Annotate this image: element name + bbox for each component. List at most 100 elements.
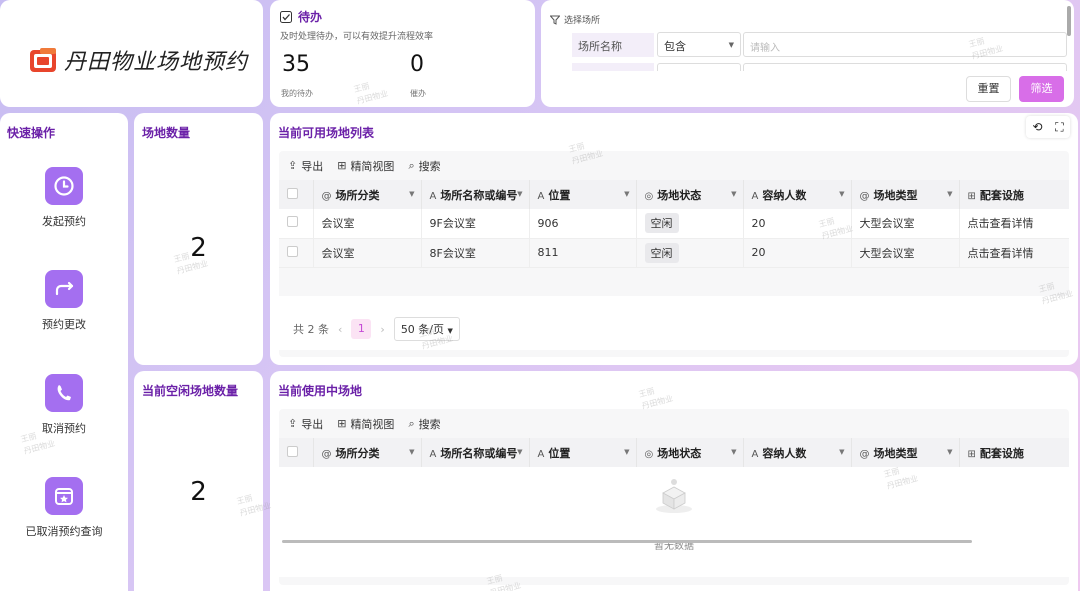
quick-op-new-booking[interactable]: 发起预约 [0,167,128,229]
filter-scrollbar[interactable] [1067,6,1071,36]
checkbox-checked-icon [280,10,292,23]
table-header-row: @ 场所分类 ▼ A 场所名称或编号 ▼ A 位置 ▼ ◎ 场地状态 ▼ A 容纳人数 ▼ @ 场地类… [279,438,1069,467]
compact-view-button[interactable]: ⊞ 精简视图 [337,158,394,174]
select-all-checkbox[interactable] [279,438,314,467]
total-count: 共 2 条 [293,323,329,336]
filter-operator-select[interactable]: 包含 ▼ [657,32,741,57]
column-header[interactable]: @ 场所分类 ▼ [313,438,422,467]
prev-page-icon[interactable]: ‹ [338,323,342,336]
logo-mark-icon [30,48,56,72]
column-header[interactable]: A 容纳人数 ▼ [743,180,852,209]
cell-type: 大型会议室 [851,238,960,268]
logo-card: 丹田物业场地预约 [0,0,263,107]
text-field-icon: A [429,448,437,460]
reset-button[interactable]: 重置 [966,76,1011,102]
column-header[interactable]: A 容纳人数 ▼ [743,438,852,467]
column-header[interactable]: ◎ 场地状态 ▼ [636,438,744,467]
column-header[interactable]: @ 场地类型 ▼ [851,438,960,467]
filter-text-input-2[interactable] [743,63,1067,71]
horizontal-scrollbar[interactable] [282,540,972,543]
inuse-venues-card: 当前使用中场地 ⇪ 导出 ⊞ 精简视图 ⌕ 搜索 @ 场所分类 ▼ A 场所名称或编号 ▼ A… [270,371,1078,591]
export-button[interactable]: ⇪ 导出 [288,158,323,174]
column-header[interactable]: ⊞ 配套设施 [959,438,1069,467]
row-checkbox[interactable] [279,209,314,239]
grid-icon: ⊞ [337,417,347,430]
urge-label: 催办 [410,89,426,98]
next-page-icon[interactable]: › [380,323,384,336]
todo-card: 待办 及时处理待办，可以有效提升流程效率 35 我的待办 0 催办 [270,0,535,107]
inuse-venues-table: @ 场所分类 ▼ A 场所名称或编号 ▼ A 位置 ▼ ◎ 场地状态 ▼ A 容纳人数 ▼ @ 场地类… [279,438,1069,467]
text-field-icon: A [751,190,759,202]
filter-field-label: 场所名称 [572,33,654,57]
at-icon: @ [859,448,870,460]
cell-name: 9F会议室 [421,209,530,239]
row-checkbox[interactable] [279,238,314,268]
column-header[interactable]: A 位置 ▼ [529,438,637,467]
status-badge: 空闲 [644,213,679,234]
chevron-down-icon: ▼ [447,327,453,335]
table-row[interactable]: 会议室 8F会议室 811 空闲 20 大型会议室 点击查看详情 [279,238,1069,268]
text-field-icon: A [751,448,759,460]
cell-capacity: 20 [743,238,852,268]
app-logo: 丹田物业场地预约 [28,44,248,76]
compact-view-button[interactable]: ⊞ 精简视图 [337,416,394,432]
phone-icon [45,374,83,412]
pagination: 共 2 条 ‹ 1 › 50 条/页 ▼ [293,317,460,341]
grid-icon: ⊞ [967,448,976,460]
fullscreen-icon[interactable]: ⛶ [1055,120,1063,135]
my-todo-count[interactable]: 35 [282,52,310,77]
empty-box-icon [656,479,692,513]
urge-count[interactable]: 0 [410,52,424,77]
facility-detail-link[interactable]: 点击查看详情 [959,209,1069,239]
quick-ops-card: 快速操作 发起预约 预约更改 取消预约 已取消预约查询 [0,113,128,591]
facility-detail-link[interactable]: 点击查看详情 [959,238,1069,268]
app-title: 丹田物业场地预约 [64,50,249,75]
swap-arrow-icon [45,270,83,308]
quick-ops-title: 快速操作 [7,126,56,140]
column-header[interactable]: @ 场地类型 ▼ [851,180,960,209]
filter-button[interactable]: 筛选 [1019,76,1064,102]
search-button[interactable]: ⌕ 搜索 [408,416,440,432]
quick-op-cancelled-query[interactable]: 已取消预约查询 [0,477,128,539]
cell-status: 空闲 [636,238,744,268]
refresh-icon[interactable]: ⟲ [1032,120,1042,134]
search-icon: ⌕ [408,158,415,172]
quick-op-label: 预约更改 [42,318,86,331]
export-button[interactable]: ⇪ 导出 [288,416,323,432]
quick-op-label: 取消预约 [42,422,86,435]
select-all-checkbox[interactable] [279,180,314,209]
todo-header: 待办 [280,8,322,25]
quick-op-label: 已取消预约查询 [25,525,103,538]
radio-icon: ◎ [644,448,654,460]
quick-op-cancel-booking[interactable]: 取消预约 [0,374,128,436]
venue-count-card: 场地数量 2 [134,113,263,365]
inuse-table-panel: ⇪ 导出 ⊞ 精简视图 ⌕ 搜索 @ 场所分类 ▼ A 场所名称或编号 ▼ A 位置 ▼ ◎ 场地状… [279,409,1069,585]
free-count-value: 2 [190,477,207,507]
free-count-card: 当前空闲场地数量 2 [134,371,263,591]
calendar-star-icon [45,477,83,515]
page-size-select[interactable]: 50 条/页 ▼ [393,317,460,341]
column-header[interactable]: A 场所名称或编号 ▼ [421,438,530,467]
cell-category: 会议室 [313,209,422,239]
chevron-down-icon: ▼ [839,448,845,456]
filter-operator-select-2[interactable] [657,63,741,71]
cell-name: 8F会议室 [421,238,530,268]
text-field-icon: A [429,190,437,202]
my-todo-label: 我的待办 [281,89,313,98]
inuse-venues-title: 当前使用中场地 [278,384,363,398]
quick-op-change-booking[interactable]: 预约更改 [0,270,128,332]
chevron-down-icon: ▼ [839,190,845,198]
todo-subtitle: 及时处理待办，可以有效提升流程效率 [280,32,434,42]
filter-title: 选择场所 [564,16,601,26]
column-header[interactable]: ◎ 场地状态 ▼ [636,180,744,209]
table-row[interactable]: 会议室 9F会议室 906 空闲 20 大型会议室 点击查看详情 [279,209,1069,239]
current-page[interactable]: 1 [351,319,372,339]
column-header[interactable]: @ 场所分类 ▼ [313,180,422,209]
chevron-down-icon: ▼ [517,448,523,456]
cell-location: 906 [529,209,637,239]
column-header[interactable]: A 场所名称或编号 ▼ [421,180,530,209]
search-button[interactable]: ⌕ 搜索 [408,158,440,174]
column-header[interactable]: A 位置 ▼ [529,180,637,209]
column-header[interactable]: ⊞ 配套设施 [959,180,1069,209]
filter-text-input[interactable]: 请输入 [743,32,1067,57]
